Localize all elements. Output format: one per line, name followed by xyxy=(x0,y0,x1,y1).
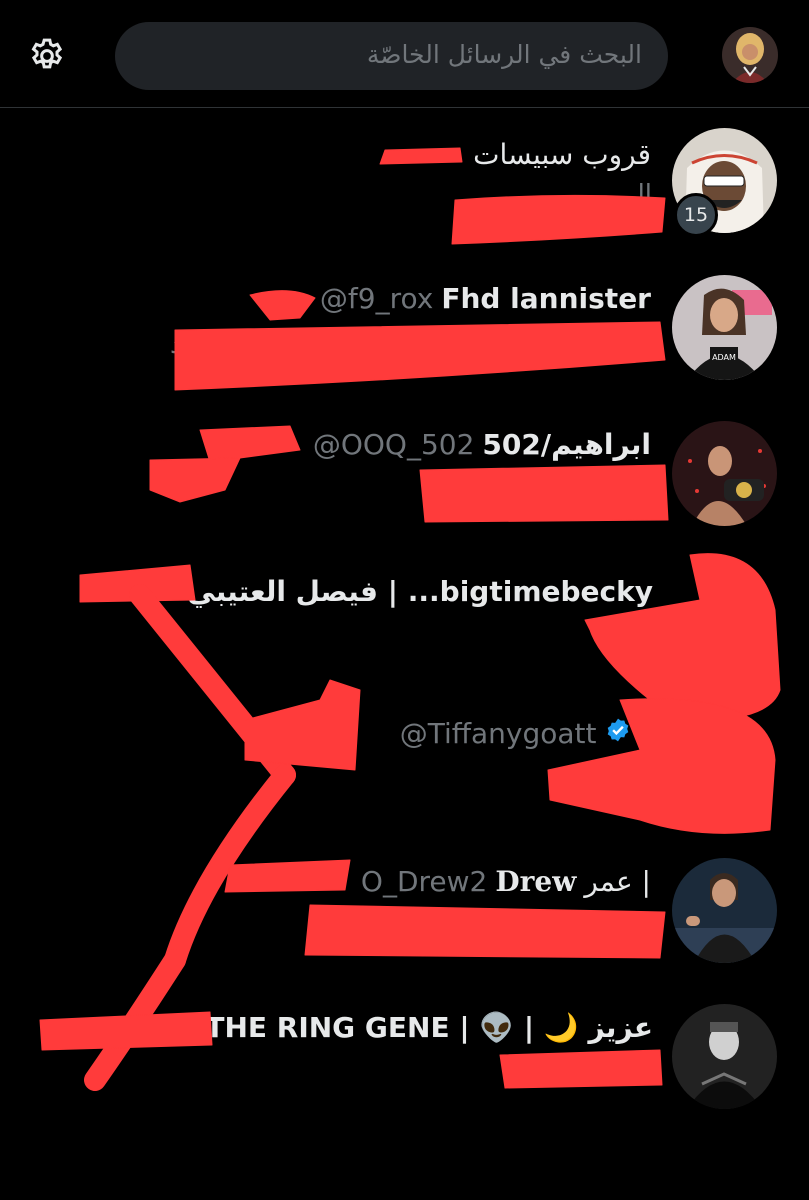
conversation-name-prefix: عمر | xyxy=(584,865,651,898)
conversation-name: قروب سبيسات xyxy=(473,138,651,171)
conversation-name: عزيز 🌙 | 👽 | THE RING GENE... xyxy=(173,1011,653,1044)
search-placeholder: البحث في الرسائل الخاصّة xyxy=(366,40,642,69)
top-bar: البحث في الرسائل الخاصّة xyxy=(0,0,809,108)
conversation-handle: @Tiffanygoatt xyxy=(399,717,597,750)
avatar: ADAM xyxy=(672,275,777,380)
conversation-handle: @f9_rox xyxy=(319,282,434,315)
conversation-name: T. xyxy=(638,717,664,750)
conversation-name: ابراهيم/502 xyxy=(482,428,651,461)
verified-badge-icon xyxy=(605,717,631,750)
conversation-header: @Tiffanygoatt T. xyxy=(400,717,664,750)
conversation-name: Fhd lannister xyxy=(441,282,651,315)
separator: · xyxy=(303,282,312,315)
conversation-handle: @OOQ_502 xyxy=(312,428,475,461)
svg-text:ADAM: ADAM xyxy=(712,353,736,362)
conversation-handle: O_Drew2 xyxy=(360,865,488,898)
avatar[interactable] xyxy=(722,27,778,83)
message-preview: ال xyxy=(625,180,652,210)
search-input[interactable]: البحث في الرسائل الخاصّة xyxy=(115,22,668,90)
unread-count-badge: 15 xyxy=(674,193,718,237)
message-preview: ماد xyxy=(170,330,204,360)
conversation-header: @OOQ_502 ابراهيم/502 xyxy=(313,428,651,461)
gear-icon[interactable] xyxy=(26,35,68,77)
avatar xyxy=(672,858,777,963)
avatar xyxy=(672,421,777,526)
conversation-name: فيصل العتيبي | ...bigtimebecky xyxy=(187,575,653,608)
avatar xyxy=(672,1004,777,1109)
conversation-header: O_Drew2 Drew عمر | xyxy=(361,865,651,898)
conversation-name: Drew xyxy=(495,865,577,898)
header-divider xyxy=(0,107,809,108)
conversation-header: · @f9_rox Fhd lannister xyxy=(303,282,651,315)
